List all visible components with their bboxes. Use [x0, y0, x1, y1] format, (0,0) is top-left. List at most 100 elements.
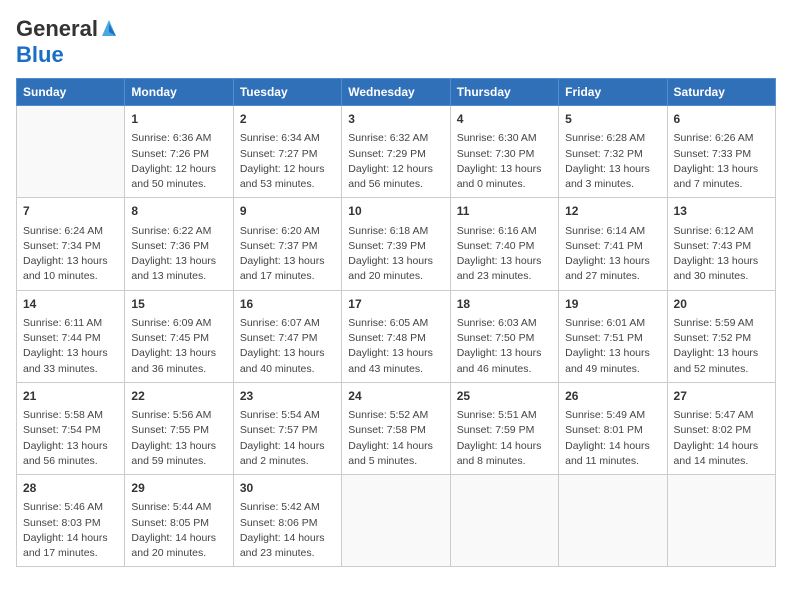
day-content: Sunrise: 5:42 AM Sunset: 8:06 PM Dayligh…	[240, 500, 335, 561]
calendar-cell: 20Sunrise: 5:59 AM Sunset: 7:52 PM Dayli…	[667, 290, 775, 382]
calendar-cell: 30 Sunrise: 5:42 AM Sunset: 8:06 PM Dayli…	[233, 475, 341, 567]
calendar-cell: 19Sunrise: 6:01 AM Sunset: 7:51 PM Dayli…	[559, 290, 667, 382]
day-content: Sunrise: 6:30 AM Sunset: 7:30 PM Dayligh…	[457, 131, 552, 192]
day-number: 8	[131, 203, 226, 220]
day-number: 25	[457, 388, 552, 405]
calendar-cell	[17, 106, 125, 198]
calendar-cell	[342, 475, 450, 567]
logo-blue: Blue	[16, 42, 64, 67]
weekday-header: Monday	[125, 79, 233, 106]
calendar-cell: 17 Sunrise: 6:05 AM Sunset: 7:48 PM Dayli…	[342, 290, 450, 382]
calendar-table: SundayMondayTuesdayWednesdayThursdayFrid…	[16, 78, 776, 567]
weekday-header: Thursday	[450, 79, 558, 106]
day-number: 11	[457, 203, 552, 220]
logo-general: General	[16, 16, 98, 42]
calendar-week-row: 21 Sunrise: 5:58 AM Sunset: 7:54 PM Dayli…	[17, 382, 776, 474]
day-number: 26	[565, 388, 660, 405]
calendar-cell: 4 Sunrise: 6:30 AM Sunset: 7:30 PM Daylig…	[450, 106, 558, 198]
day-number: 24	[348, 388, 443, 405]
day-content: Sunrise: 6:24 AM Sunset: 7:34 PM Dayligh…	[23, 224, 118, 285]
weekday-header: Sunday	[17, 79, 125, 106]
day-content: Sunrise: 5:58 AM Sunset: 7:54 PM Dayligh…	[23, 408, 118, 469]
day-number: 15	[131, 296, 226, 313]
weekday-header-row: SundayMondayTuesdayWednesdayThursdayFrid…	[17, 79, 776, 106]
day-content: Sunrise: 6:03 AM Sunset: 7:50 PM Dayligh…	[457, 316, 552, 377]
day-number: 20	[674, 296, 769, 313]
day-content: Sunrise: 6:18 AM Sunset: 7:39 PM Dayligh…	[348, 224, 443, 285]
calendar-cell: 21 Sunrise: 5:58 AM Sunset: 7:54 PM Dayli…	[17, 382, 125, 474]
day-number: 3	[348, 111, 443, 128]
calendar-cell: 13Sunrise: 6:12 AM Sunset: 7:43 PM Dayli…	[667, 198, 775, 290]
day-number: 1	[131, 111, 226, 128]
calendar-cell: 18 Sunrise: 6:03 AM Sunset: 7:50 PM Dayli…	[450, 290, 558, 382]
day-number: 10	[348, 203, 443, 220]
day-number: 4	[457, 111, 552, 128]
day-content: Sunrise: 6:14 AM Sunset: 7:41 PM Dayligh…	[565, 224, 660, 285]
day-number: 23	[240, 388, 335, 405]
day-number: 29	[131, 480, 226, 497]
day-content: Sunrise: 6:11 AM Sunset: 7:44 PM Dayligh…	[23, 316, 118, 377]
day-content: Sunrise: 5:52 AM Sunset: 7:58 PM Dayligh…	[348, 408, 443, 469]
calendar-cell: 6 Sunrise: 6:26 AM Sunset: 7:33 PM Daylig…	[667, 106, 775, 198]
calendar-week-row: 14 Sunrise: 6:11 AM Sunset: 7:44 PM Dayli…	[17, 290, 776, 382]
calendar-cell: 7 Sunrise: 6:24 AM Sunset: 7:34 PM Daylig…	[17, 198, 125, 290]
day-content: Sunrise: 6:34 AM Sunset: 7:27 PM Dayligh…	[240, 131, 335, 192]
day-content: Sunrise: 5:56 AM Sunset: 7:55 PM Dayligh…	[131, 408, 226, 469]
weekday-header: Friday	[559, 79, 667, 106]
calendar-cell: 10 Sunrise: 6:18 AM Sunset: 7:39 PM Dayli…	[342, 198, 450, 290]
day-number: 21	[23, 388, 118, 405]
day-number: 6	[674, 111, 769, 128]
calendar-cell: 2 Sunrise: 6:34 AM Sunset: 7:27 PM Daylig…	[233, 106, 341, 198]
calendar-cell: 12Sunrise: 6:14 AM Sunset: 7:41 PM Dayli…	[559, 198, 667, 290]
logo-arrow-icon	[98, 18, 120, 40]
day-content: Sunrise: 5:49 AM Sunset: 8:01 PM Dayligh…	[565, 408, 660, 469]
day-content: Sunrise: 6:07 AM Sunset: 7:47 PM Dayligh…	[240, 316, 335, 377]
day-number: 2	[240, 111, 335, 128]
calendar-cell: 22 Sunrise: 5:56 AM Sunset: 7:55 PM Dayli…	[125, 382, 233, 474]
calendar-cell: 5 Sunrise: 6:28 AM Sunset: 7:32 PM Daylig…	[559, 106, 667, 198]
calendar-cell: 27Sunrise: 5:47 AM Sunset: 8:02 PM Dayli…	[667, 382, 775, 474]
day-content: Sunrise: 6:26 AM Sunset: 7:33 PM Dayligh…	[674, 131, 769, 192]
calendar-cell: 9 Sunrise: 6:20 AM Sunset: 7:37 PM Daylig…	[233, 198, 341, 290]
day-content: Sunrise: 5:46 AM Sunset: 8:03 PM Dayligh…	[23, 500, 118, 561]
day-number: 5	[565, 111, 660, 128]
day-content: Sunrise: 6:28 AM Sunset: 7:32 PM Dayligh…	[565, 131, 660, 192]
calendar-cell: 25Sunrise: 5:51 AM Sunset: 7:59 PM Dayli…	[450, 382, 558, 474]
calendar-cell: 14 Sunrise: 6:11 AM Sunset: 7:44 PM Dayli…	[17, 290, 125, 382]
day-number: 17	[348, 296, 443, 313]
day-number: 28	[23, 480, 118, 497]
day-number: 30	[240, 480, 335, 497]
day-content: Sunrise: 5:47 AM Sunset: 8:02 PM Dayligh…	[674, 408, 769, 469]
calendar-cell: 3Sunrise: 6:32 AM Sunset: 7:29 PM Daylig…	[342, 106, 450, 198]
day-number: 9	[240, 203, 335, 220]
calendar-week-row: 7 Sunrise: 6:24 AM Sunset: 7:34 PM Daylig…	[17, 198, 776, 290]
weekday-header: Saturday	[667, 79, 775, 106]
calendar-cell	[559, 475, 667, 567]
calendar-cell: 16 Sunrise: 6:07 AM Sunset: 7:47 PM Dayli…	[233, 290, 341, 382]
day-content: Sunrise: 5:54 AM Sunset: 7:57 PM Dayligh…	[240, 408, 335, 469]
calendar-cell: 15 Sunrise: 6:09 AM Sunset: 7:45 PM Dayli…	[125, 290, 233, 382]
logo: General Blue	[16, 16, 120, 68]
day-content: Sunrise: 6:01 AM Sunset: 7:51 PM Dayligh…	[565, 316, 660, 377]
day-content: Sunrise: 6:22 AM Sunset: 7:36 PM Dayligh…	[131, 224, 226, 285]
day-content: Sunrise: 5:44 AM Sunset: 8:05 PM Dayligh…	[131, 500, 226, 561]
calendar-cell: 8 Sunrise: 6:22 AM Sunset: 7:36 PM Daylig…	[125, 198, 233, 290]
day-content: Sunrise: 6:36 AM Sunset: 7:26 PM Dayligh…	[131, 131, 226, 192]
calendar-cell: 23 Sunrise: 5:54 AM Sunset: 7:57 PM Dayli…	[233, 382, 341, 474]
day-number: 18	[457, 296, 552, 313]
page-header: General Blue	[16, 16, 776, 68]
calendar-cell	[667, 475, 775, 567]
day-number: 16	[240, 296, 335, 313]
calendar-week-row: 28 Sunrise: 5:46 AM Sunset: 8:03 PM Dayli…	[17, 475, 776, 567]
weekday-header: Wednesday	[342, 79, 450, 106]
calendar-cell	[450, 475, 558, 567]
day-content: Sunrise: 6:20 AM Sunset: 7:37 PM Dayligh…	[240, 224, 335, 285]
day-content: Sunrise: 6:09 AM Sunset: 7:45 PM Dayligh…	[131, 316, 226, 377]
day-number: 7	[23, 203, 118, 220]
day-content: Sunrise: 6:05 AM Sunset: 7:48 PM Dayligh…	[348, 316, 443, 377]
calendar-cell: 11 Sunrise: 6:16 AM Sunset: 7:40 PM Dayli…	[450, 198, 558, 290]
day-content: Sunrise: 6:16 AM Sunset: 7:40 PM Dayligh…	[457, 224, 552, 285]
calendar-cell: 1 Sunrise: 6:36 AM Sunset: 7:26 PM Daylig…	[125, 106, 233, 198]
day-number: 14	[23, 296, 118, 313]
day-number: 22	[131, 388, 226, 405]
